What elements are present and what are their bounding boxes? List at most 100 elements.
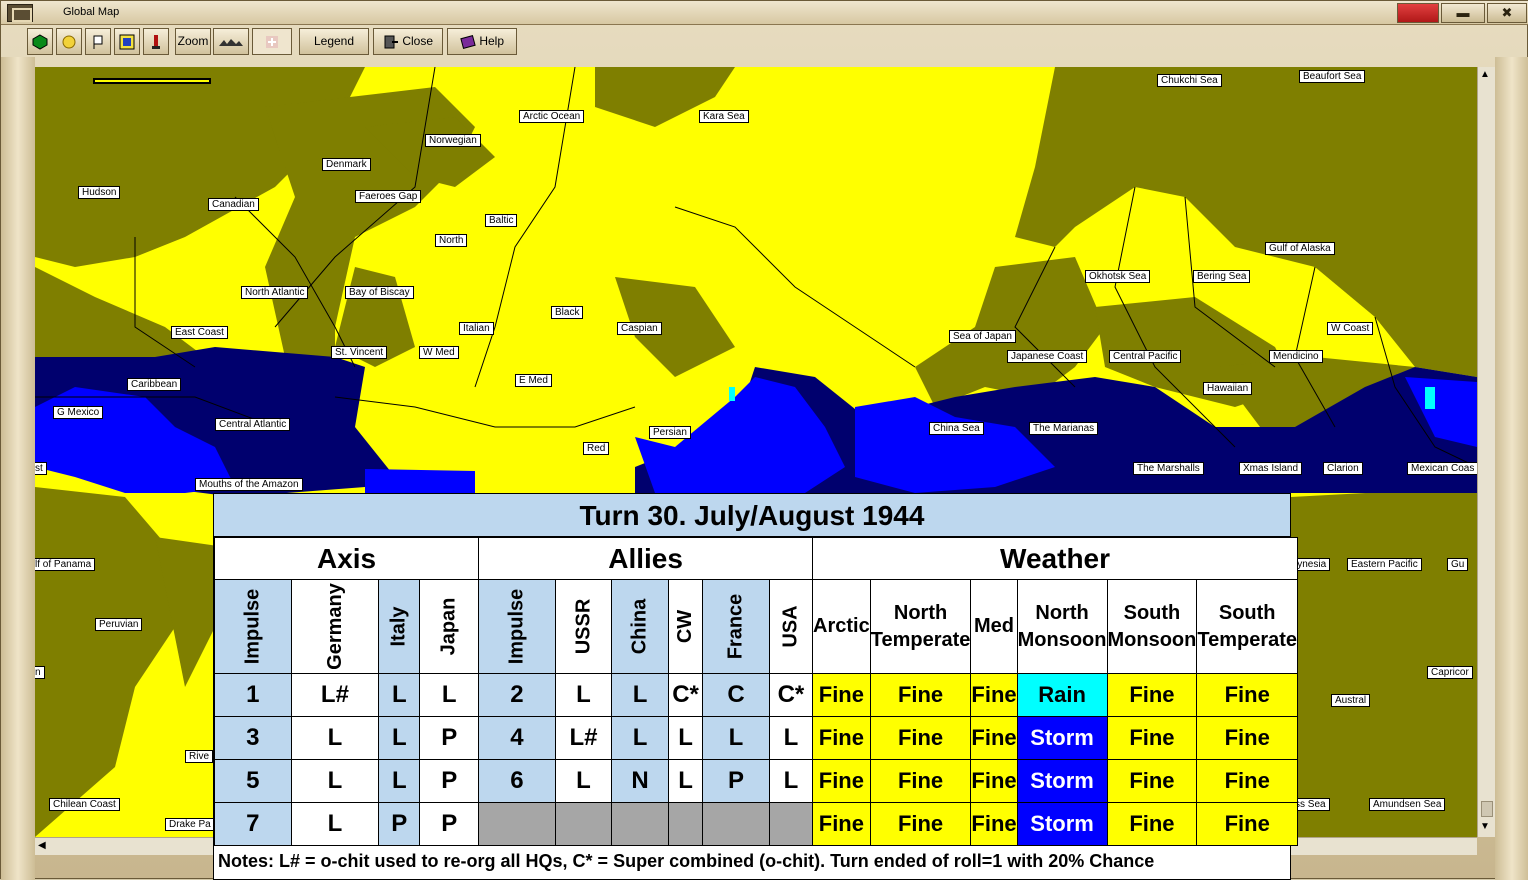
close-button[interactable]: Close <box>373 28 443 55</box>
sea-area-eastern-pacific[interactable]: Eastern Pacific <box>1347 558 1422 571</box>
title-bar[interactable]: Global Map ▬ ✖ <box>1 1 1528 25</box>
sea-area-w-coast[interactable]: W Coast <box>1327 322 1374 335</box>
sea-area-okhotsk[interactable]: Okhotsk Sea <box>1085 270 1151 283</box>
sea-area-partial-st[interactable]: st <box>35 462 47 475</box>
allies-col-label: CW <box>674 609 697 644</box>
sea-area-w-med[interactable]: W Med <box>419 346 459 359</box>
table-row: 1 L# L L 2 L L C* C C* Fine Fine Fine Rain Fine Fine <box>214 673 1299 717</box>
grid-button[interactable] <box>114 28 140 55</box>
disabled-add-button[interactable] <box>252 28 292 55</box>
sea-area-clarion[interactable]: Clarion <box>1323 462 1363 475</box>
sea-area-china-sea[interactable]: China Sea <box>929 422 984 435</box>
sea-area-chukchi[interactable]: Chukchi Sea <box>1157 74 1222 87</box>
sea-area-e-med[interactable]: E Med <box>515 374 552 387</box>
sea-area-drake-passage[interactable]: Drake Pa <box>165 818 215 831</box>
sea-area-denmark[interactable]: Denmark <box>322 158 371 171</box>
sea-area-black[interactable]: Black <box>551 306 584 319</box>
sea-area-sea-of-japan[interactable]: Sea of Japan <box>949 330 1016 343</box>
window-icon[interactable] <box>7 4 33 22</box>
sea-area-bering[interactable]: Bering Sea <box>1193 270 1251 283</box>
axis-cell: 7 <box>214 802 292 846</box>
axis-cell: L <box>378 673 421 717</box>
allies-cell <box>554 802 613 846</box>
sea-area-gulf-of-panama[interactable]: lf of Panama <box>35 558 96 571</box>
sea-area-caspian[interactable]: Caspian <box>617 322 662 335</box>
sea-area-the-marianas[interactable]: The Marianas <box>1029 422 1099 435</box>
turn-summary-panel: Turn 30. July/August 1944 Axis Allies We… <box>213 493 1299 880</box>
hexagon-icon <box>32 34 48 50</box>
sea-area-east-coast[interactable]: East Coast <box>171 326 228 339</box>
sea-area-hawaiian[interactable]: Hawaiian <box>1203 382 1253 395</box>
vertical-scroll-thumb[interactable] <box>1481 801 1493 817</box>
sea-area-norwegian[interactable]: Norwegian <box>425 134 481 147</box>
close-window-button[interactable]: ✖ <box>1487 3 1527 23</box>
allies-col-header: Impulse <box>478 579 556 674</box>
table-row: 5 L L P 6 L N L P L Fine Fine Fine Storm Fine Fine <box>214 759 1299 803</box>
weather-cell: Fine <box>1196 673 1299 717</box>
allies-col-header: USSR <box>554 579 613 674</box>
help-button[interactable]: Help <box>447 28 517 55</box>
sea-area-river[interactable]: Rive <box>185 750 214 763</box>
vertical-scrollbar[interactable]: ▲ ▼ <box>1477 67 1495 837</box>
sea-area-capricorn[interactable]: Capricor <box>1427 666 1473 679</box>
sea-area-central-atlantic[interactable]: Central Atlantic <box>215 418 291 431</box>
sea-area-xmas-island[interactable]: Xmas Island <box>1239 462 1303 475</box>
sea-area-partial-gu[interactable]: Gu <box>1447 558 1469 571</box>
sea-area-arctic-ocean[interactable]: Arctic Ocean <box>519 110 585 123</box>
sea-area-persian[interactable]: Persian <box>649 426 691 439</box>
sea-area-beaufort[interactable]: Beaufort Sea <box>1299 70 1366 83</box>
sea-area-north-atlantic[interactable]: North Atlantic <box>241 286 309 299</box>
flag-outline-icon <box>93 35 103 49</box>
sea-area-amundsen-sea[interactable]: Amundsen Sea <box>1369 798 1446 811</box>
hex-button[interactable] <box>27 28 53 55</box>
sea-area-italian[interactable]: Italian <box>459 322 494 335</box>
sea-area-central-pacific[interactable]: Central Pacific <box>1109 350 1182 363</box>
allies-col-header: China <box>611 579 669 674</box>
sea-area-austral[interactable]: Austral <box>1331 694 1371 707</box>
axis-cell: L <box>419 673 480 717</box>
sea-area-the-marshalls[interactable]: The Marshalls <box>1133 462 1204 475</box>
sea-area-caribbean[interactable]: Caribbean <box>127 378 182 391</box>
unit-button[interactable] <box>143 28 169 55</box>
allies-cell: 4 <box>478 716 556 760</box>
sea-area-g-mexico[interactable]: G Mexico <box>53 406 104 419</box>
allies-cell: L <box>667 716 704 760</box>
sea-area-mendicino[interactable]: Mendicino <box>1269 350 1323 363</box>
star-button[interactable] <box>56 28 82 55</box>
allies-cell <box>702 802 770 846</box>
axis-col-label: Impulse <box>241 588 264 665</box>
scroll-left-icon[interactable]: ◀ <box>38 840 46 851</box>
sea-area-red[interactable]: Red <box>583 442 610 455</box>
axis-cell: 5 <box>214 759 292 803</box>
weather-cell: Fine <box>1196 759 1299 803</box>
sea-area-mouths-of-amazon[interactable]: Mouths of the Amazon <box>195 478 303 491</box>
sea-area-peruvian[interactable]: Peruvian <box>95 618 143 631</box>
sea-area-st-vincent[interactable]: St. Vincent <box>331 346 388 359</box>
sea-area-baltic[interactable]: Baltic <box>485 214 518 227</box>
sea-area-north[interactable]: North <box>435 234 468 247</box>
sea-area-mexican-coast[interactable]: Mexican Coas <box>1407 462 1477 475</box>
zoom-button[interactable]: Zoom <box>175 28 211 55</box>
sea-area-gulf-of-alaska[interactable]: Gulf of Alaska <box>1265 242 1335 255</box>
scale-bar <box>93 78 211 84</box>
sea-area-hudson[interactable]: Hudson <box>78 186 121 199</box>
weather-zone-header: Arctic <box>812 579 871 674</box>
sea-area-japanese-coast[interactable]: Japanese Coast <box>1007 350 1088 363</box>
sea-area-partial-n[interactable]: n <box>35 666 45 679</box>
sea-area-chilean-coast[interactable]: Chilean Coast <box>49 798 120 811</box>
weather-zone-label: South <box>1218 601 1276 624</box>
sea-area-kara[interactable]: Kara Sea <box>699 110 749 123</box>
close-button-label: Close <box>402 34 434 48</box>
weather-cell: Fine <box>1196 716 1299 760</box>
sea-area-bay-of-biscay[interactable]: Bay of Biscay <box>345 286 414 299</box>
flag-button[interactable] <box>85 28 111 55</box>
legend-button[interactable]: Legend <box>299 28 369 55</box>
sea-area-canadian[interactable]: Canadian <box>208 198 259 211</box>
scroll-down-icon[interactable]: ▼ <box>1480 821 1490 832</box>
scroll-up-icon[interactable]: ▲ <box>1480 69 1490 80</box>
flag-icon[interactable] <box>1397 3 1439 23</box>
terrain-button[interactable] <box>213 28 249 55</box>
sea-area-faeroes-gap[interactable]: Faeroes Gap <box>355 190 422 203</box>
axis-col-header: Italy <box>378 579 421 674</box>
minimize-button[interactable]: ▬ <box>1441 3 1485 23</box>
